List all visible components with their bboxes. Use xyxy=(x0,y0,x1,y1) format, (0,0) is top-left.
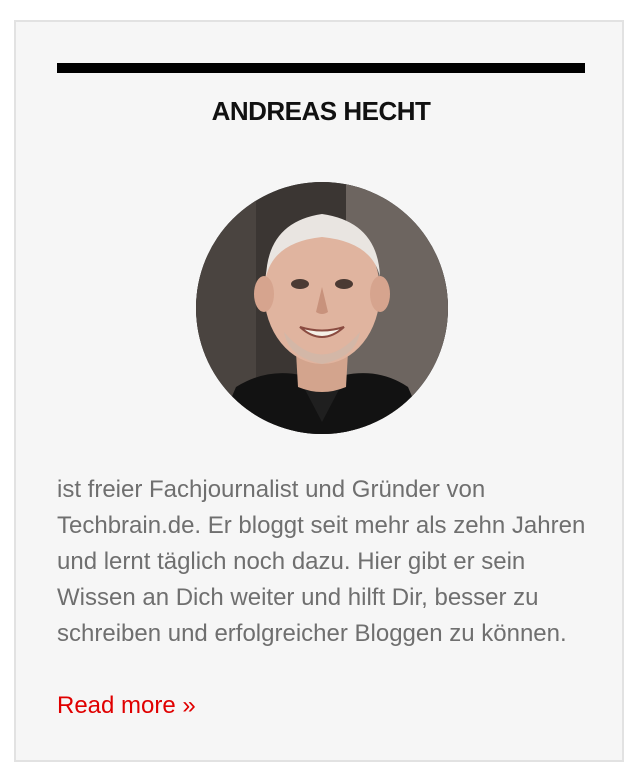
author-name: ANDREAS HECHT xyxy=(211,96,431,126)
author-bio: ist freier Fachjournalist und Gründer vo… xyxy=(57,476,586,647)
author-avatar xyxy=(196,182,448,434)
author-box: ANDREAS HECHT ist freier Fachjournalist … xyxy=(14,20,624,762)
read-more-link[interactable]: Read more » xyxy=(57,688,196,724)
title-divider xyxy=(57,63,585,73)
author-photo-icon xyxy=(196,182,448,434)
